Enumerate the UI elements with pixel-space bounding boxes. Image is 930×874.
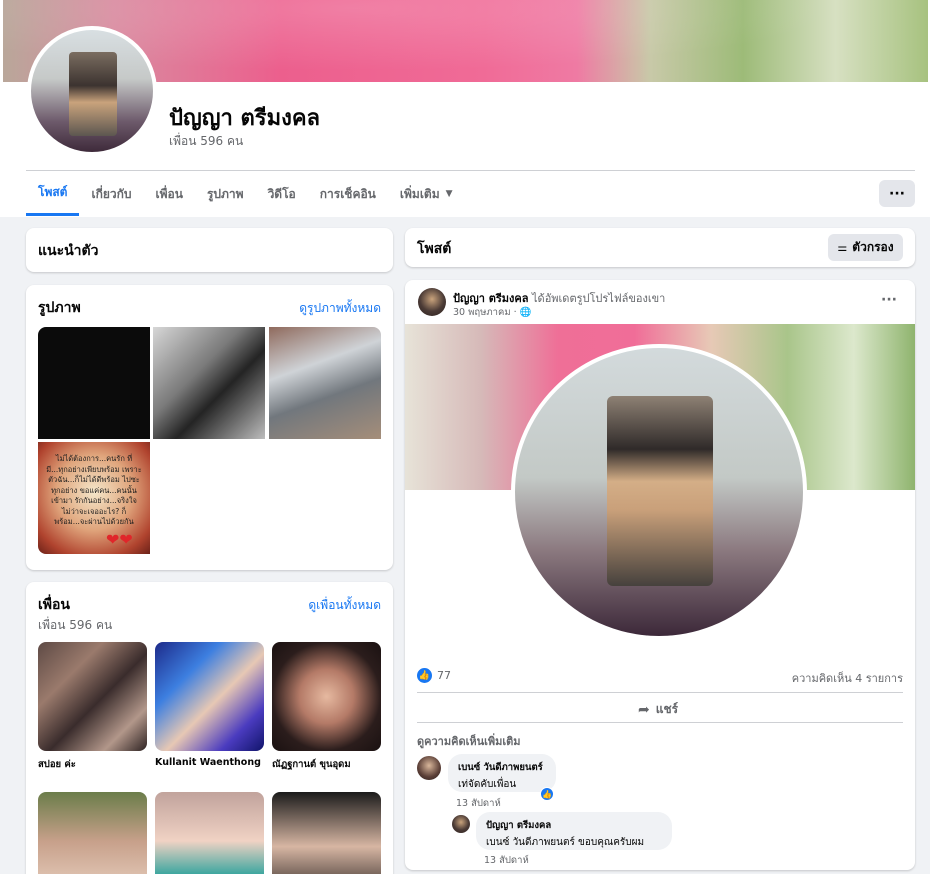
posts-title: โพสต์	[417, 241, 452, 257]
reply-author-name[interactable]: ปัญญา ตรีมงคล	[486, 818, 662, 833]
reply-text: เบนซ์ วันดีภาพยนตร์ ขอบคุณครับผม	[486, 837, 645, 848]
photo-thumbnail[interactable]	[269, 327, 381, 439]
friend-name[interactable]: ณัฏฐกานต์ ขุนอุดม	[272, 757, 381, 772]
commenter-name[interactable]: เบนซ์ วันดีภาพยนตร์	[458, 760, 546, 775]
reply-bubble: ปัญญา ตรีมงคล เบนซ์ วันดีภาพยนตร์ ขอบคุณ…	[476, 812, 672, 850]
comment-like-icon: 👍	[540, 787, 554, 801]
profile-tabs: โพสต์ เกี่ยวกับ เพื่อน รูปภาพ วิดีโอ การ…	[26, 172, 465, 216]
friends-title: เพื่อน	[38, 597, 70, 613]
profile-avatar[interactable]	[27, 26, 157, 156]
profile-friend-count[interactable]: เพื่อน 596 คน	[169, 132, 243, 151]
intro-card: แนะนำตัว	[26, 228, 393, 272]
friend-tile[interactable]: ณัฏฐกานต์ ขุนอุดม	[272, 642, 381, 772]
divider	[417, 722, 903, 723]
filter-button[interactable]: ⚌ ตัวกรอง	[828, 234, 903, 261]
like-icon: 👍	[417, 668, 432, 683]
divider	[417, 692, 903, 693]
post-author-avatar[interactable]	[418, 288, 446, 316]
tab-divider	[26, 170, 915, 171]
post-action-text: ได้อัพเดตรูปโปรไฟล์ของเขา	[528, 292, 666, 305]
tab-checkins[interactable]: การเช็คอิน	[308, 172, 388, 216]
friends-count: เพื่อน 596 คน	[38, 618, 113, 632]
caret-down-icon: ▼	[445, 189, 453, 199]
friend-tile[interactable]	[38, 792, 147, 874]
intro-title: แนะนำตัว	[38, 243, 99, 259]
photo-thumbnail[interactable]: ไม่ได้ต้องการ...คนรัก ที่มี...ทุกอย่างเพ…	[38, 442, 150, 554]
tab-more-label: เพิ่มเติม	[399, 186, 440, 201]
tab-more[interactable]: เพิ่มเติม ▼	[388, 172, 465, 216]
posts-header-card: โพสต์ ⚌ ตัวกรอง	[405, 228, 915, 267]
hearts-icon: ❤❤	[106, 530, 133, 549]
friend-photo[interactable]	[155, 642, 264, 751]
friend-tile[interactable]	[272, 792, 381, 874]
post-author-name[interactable]: ปัญญา ตรีมงคล	[453, 292, 529, 305]
share-label: แชร์	[655, 702, 679, 716]
friend-photo[interactable]	[38, 642, 147, 751]
reply-avatar[interactable]	[452, 815, 470, 833]
profile-header: ปัญญา ตรีมงคล เพื่อน 596 คน โพสต์ เกี่ยว…	[0, 0, 930, 217]
profile-name: ปัญญา ตรีมงคล	[169, 106, 321, 131]
friend-tile[interactable]: สปอย ค่ะ	[38, 642, 147, 772]
more-options-button[interactable]: ···	[879, 180, 915, 207]
post-profile-photo	[511, 344, 807, 640]
tab-photos[interactable]: รูปภาพ	[195, 172, 256, 216]
view-more-comments-link[interactable]: ดูความคิดเห็นเพิ่มเติม	[417, 732, 521, 750]
like-count: 77	[437, 669, 451, 682]
post-menu-button[interactable]: ···	[881, 292, 897, 308]
filter-icon: ⚌	[837, 241, 848, 254]
share-icon: ➦	[638, 701, 650, 718]
comment-time[interactable]: 13 สัปดาห์	[456, 796, 501, 811]
photos-card: รูปภาพ ดูรูปภาพทั้งหมด ไม่ได้ต้องการ...ค…	[26, 285, 393, 570]
see-all-photos-link[interactable]: ดูรูปภาพทั้งหมด	[299, 299, 381, 318]
comment-count[interactable]: ความคิดเห็น 4 รายการ	[792, 669, 903, 687]
friends-card: เพื่อน ดูเพื่อนทั้งหมด เพื่อน 596 คน สปอ…	[26, 582, 393, 874]
friend-photo[interactable]	[272, 792, 381, 874]
reaction-summary[interactable]: 👍 77	[417, 668, 451, 683]
post-image[interactable]	[405, 324, 915, 660]
photos-title: รูปภาพ	[38, 300, 81, 316]
friend-photo[interactable]	[155, 792, 264, 874]
tab-friends[interactable]: เพื่อน	[144, 172, 195, 216]
share-button[interactable]: ➦ แชร์	[638, 700, 678, 719]
filter-label: ตัวกรอง	[852, 240, 894, 254]
tab-videos[interactable]: วิดีโอ	[256, 172, 308, 216]
friend-name[interactable]: สปอย ค่ะ	[38, 757, 147, 772]
comment-bubble: เบนซ์ วันดีภาพยนตร์ เท่จัดคับเพื่อน	[448, 754, 556, 792]
tab-about[interactable]: เกี่ยวกับ	[79, 172, 143, 216]
tab-posts[interactable]: โพสต์	[26, 172, 80, 216]
friend-tile[interactable]	[155, 792, 264, 874]
friend-name[interactable]: Kullanit Waenthong	[155, 757, 264, 768]
friend-photo[interactable]	[272, 642, 381, 751]
post-timestamp[interactable]: 30 พฤษภาคม · 🌐	[453, 305, 532, 320]
photo-thumbnail[interactable]	[153, 327, 265, 439]
comment-text: เท่จัดคับเพื่อน	[458, 779, 517, 790]
commenter-avatar[interactable]	[417, 756, 441, 780]
post-card: ปัญญา ตรีมงคล ได้อัพเดตรูปโปรไฟล์ของเขา …	[405, 280, 915, 870]
friend-photo[interactable]	[38, 792, 147, 874]
see-all-friends-link[interactable]: ดูเพื่อนทั้งหมด	[308, 596, 381, 615]
reply-time[interactable]: 13 สัปดาห์	[484, 853, 529, 868]
photo-quote-text: ไม่ได้ต้องการ...คนรัก ที่มี...ทุกอย่างเพ…	[46, 454, 142, 526]
friend-tile[interactable]: Kullanit Waenthong	[155, 642, 264, 768]
photo-thumbnail[interactable]	[38, 327, 150, 439]
